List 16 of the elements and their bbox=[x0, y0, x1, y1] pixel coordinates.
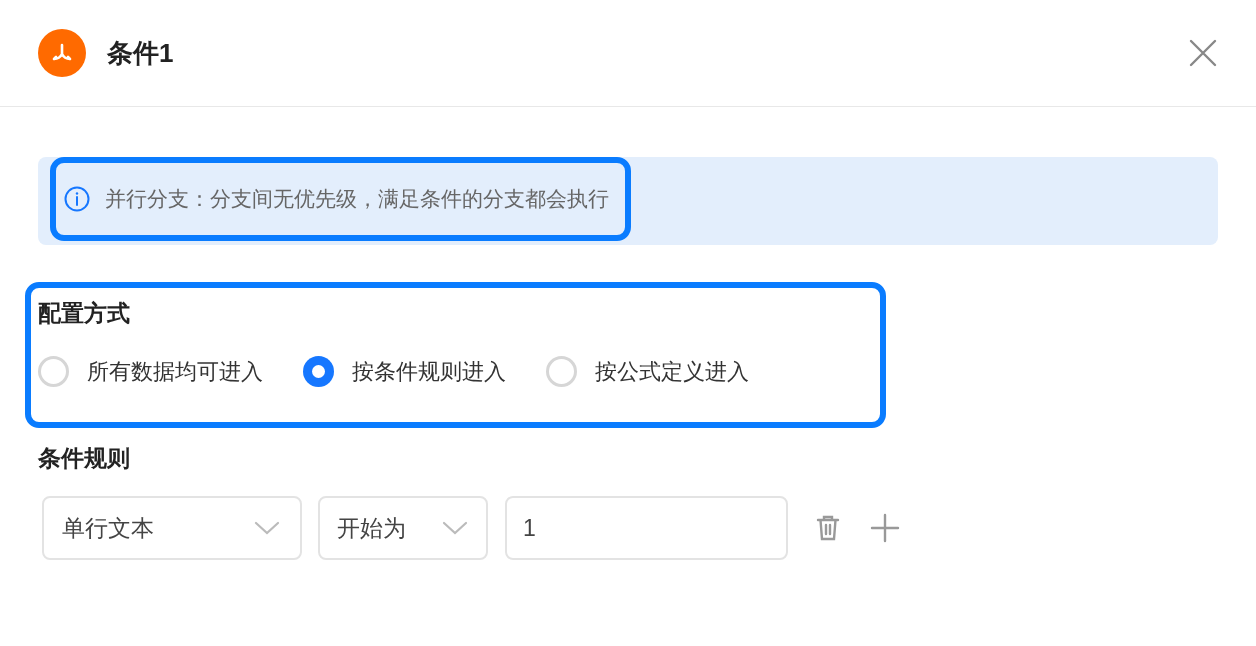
info-icon bbox=[64, 186, 90, 212]
chevron-down-icon bbox=[442, 521, 468, 535]
radio-option[interactable]: 所有数据均可进入 bbox=[38, 355, 263, 388]
add-icon[interactable] bbox=[870, 513, 900, 543]
branch-icon bbox=[38, 29, 86, 77]
field-select[interactable]: 单行文本 bbox=[42, 496, 302, 560]
section-label: 配置方式 bbox=[38, 299, 131, 328]
operator-select[interactable]: 开始为 bbox=[318, 496, 488, 560]
chevron-down-icon bbox=[254, 521, 280, 535]
radio-option[interactable]: 按公式定义进入 bbox=[546, 355, 749, 388]
dialog-title: 条件1 bbox=[107, 36, 174, 70]
trash-icon[interactable] bbox=[816, 514, 840, 542]
radio-option[interactable]: 按条件规则进入 bbox=[303, 355, 506, 388]
section-label: 条件规则 bbox=[38, 444, 131, 473]
info-text: 并行分支：分支间无优先级，满足条件的分支都会执行 bbox=[105, 186, 609, 213]
value-input[interactable]: 1 bbox=[505, 496, 788, 560]
